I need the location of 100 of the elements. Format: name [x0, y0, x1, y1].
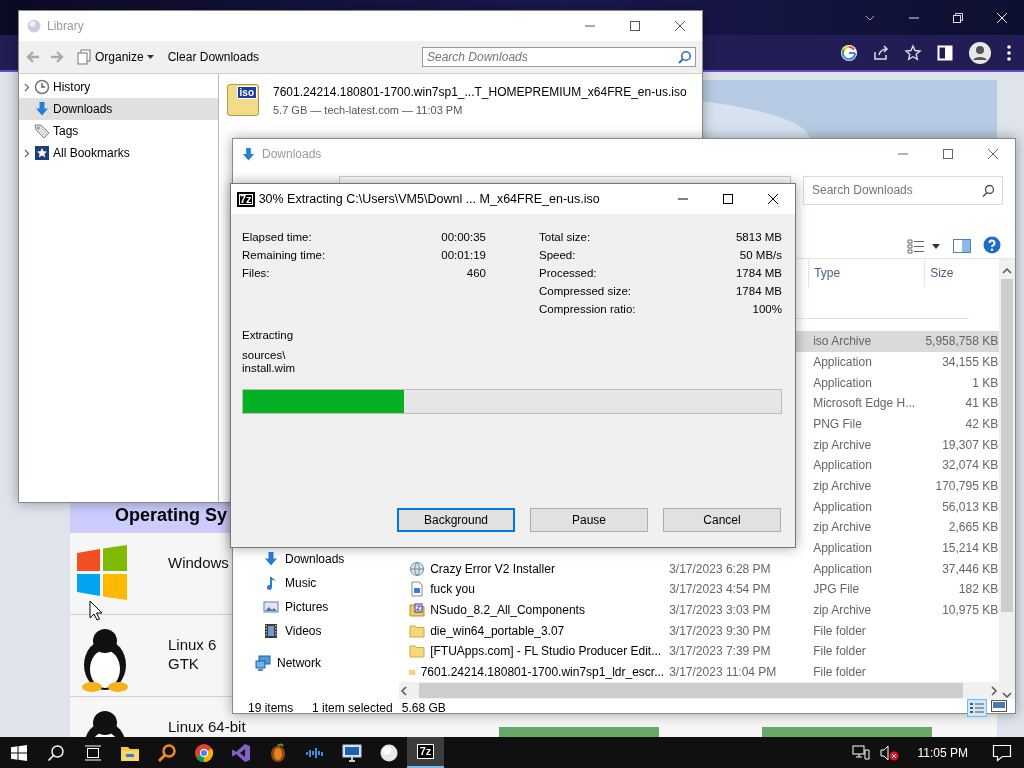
size-cell-text: 56,013 KB — [941, 499, 1000, 514]
clock-icon — [34, 79, 50, 95]
nav-item[interactable]: Pictures — [233, 595, 400, 619]
folder-icon — [409, 622, 426, 639]
dialog-button[interactable]: Background — [397, 508, 515, 532]
chevron-left-icon[interactable] — [399, 685, 410, 696]
stat-label: Remaining time: — [242, 249, 326, 261]
globe-icon — [409, 560, 426, 577]
round-app-icon — [193, 742, 214, 763]
size-cell-text: 182 KB — [957, 582, 1000, 597]
stat-label: Files: — [242, 267, 270, 279]
taskbar-app-button[interactable]: 7z — [407, 737, 444, 768]
preview-pane-icon[interactable] — [953, 238, 971, 254]
type-cell-text: Application — [812, 561, 873, 576]
sidebar-item[interactable]: All Bookmarks — [19, 142, 218, 164]
sidebar-item[interactable]: Tags — [19, 120, 218, 142]
os-name: Linux 64-bit — [168, 717, 246, 736]
window-title: 30% Extracting C:\Users\VM5\Downl ... M_x64FRE_en-us.iso — [258, 192, 601, 206]
folder-icon — [409, 643, 426, 660]
chevron-up-icon[interactable] — [1002, 267, 1013, 275]
selection-status: 1 item selected — [312, 701, 393, 715]
file-name: 7601.24214.180801-1700.win7sp1_ldr_escr... — [420, 664, 665, 679]
archive-file-icon: iso — [227, 84, 259, 116]
date-cell-text: 3/17/2023 3:03 PM — [668, 602, 772, 617]
size-cell-text: 32,074 KB — [941, 458, 1000, 473]
size-cell-text: 19,307 KB — [941, 437, 1000, 452]
close-icon — [986, 148, 999, 160]
date-cell-text: 3/17/2023 11:04 PM — [668, 664, 778, 679]
volume-muted-icon[interactable] — [879, 744, 900, 761]
type-cell-text: Application — [812, 375, 873, 390]
type-cell-text: Application — [812, 499, 873, 514]
app-logo: 7z — [416, 744, 435, 759]
nav-item[interactable]: Network — [233, 651, 400, 675]
size-cell-text: 1 KB — [971, 375, 1000, 390]
search-icon — [982, 183, 995, 197]
horizontal-scrollbar[interactable] — [399, 682, 1000, 699]
nav-item[interactable]: Music — [233, 571, 400, 595]
type-cell-text: File folder — [812, 644, 867, 659]
type-cell-text: Application — [812, 458, 873, 473]
restore-icon — [952, 11, 964, 24]
menu-icon[interactable] — [1006, 43, 1012, 62]
stat-label: Speed: — [539, 249, 576, 261]
download-arrow-icon — [241, 146, 256, 162]
cursor-icon — [89, 600, 103, 621]
nav-item[interactable]: Videos — [233, 619, 400, 643]
dialog-button[interactable]: Cancel — [663, 508, 781, 532]
notification-icon[interactable] — [992, 743, 1012, 762]
chevron-right-icon[interactable] — [22, 82, 31, 92]
type-cell-text: JPG File — [812, 582, 861, 597]
close-icon — [766, 193, 779, 205]
type-cell-text: zip Archive — [812, 478, 873, 493]
column-header[interactable]: Type — [808, 259, 925, 287]
help-icon[interactable] — [983, 236, 1001, 254]
file-path: sources\ — [242, 349, 287, 362]
file-name: Crazy Error V2 Installer — [430, 561, 555, 576]
star-bookmark-icon — [34, 145, 50, 161]
download-name: 7601.24214.180801-1700.win7sp1_...T_HOMEPREMIUM_x64FRE_en-us.iso — [273, 84, 687, 99]
star-icon[interactable] — [904, 43, 922, 62]
side-panel-icon[interactable] — [936, 43, 954, 62]
sidebar-item[interactable]: Downloads — [19, 98, 218, 120]
file-name: NSudo_8.2_All_Components — [430, 602, 585, 617]
chevron-down-icon[interactable] — [1002, 691, 1013, 699]
window-title: Downloads — [262, 147, 323, 161]
app-logo: 7z — [237, 191, 255, 207]
download-details: 5.7 GB — tech-latest.com — 11:03 PM — [273, 103, 464, 116]
details-view-icon[interactable] — [967, 699, 987, 717]
sidebar-item[interactable]: History — [19, 76, 218, 98]
organize-button[interactable]: Organize — [73, 47, 157, 67]
chevron-right-icon[interactable] — [22, 148, 31, 158]
download-arrow-icon — [263, 551, 279, 567]
type-cell-text: zip Archive — [812, 602, 873, 617]
thumbnail-view-icon[interactable] — [991, 699, 1007, 713]
size-cell-text: 34,155 KB — [941, 355, 1000, 369]
file-name: die_win64_portable_3.07 — [430, 623, 565, 638]
dialog-button[interactable]: Pause — [530, 508, 648, 532]
profile-avatar-icon[interactable] — [968, 40, 992, 65]
clear-downloads-button[interactable]: Clear Downloads — [164, 48, 263, 66]
type-cell-text: iso Archive — [812, 334, 873, 349]
magnifier-icon — [156, 742, 177, 763]
search-field[interactable]: Search Downloads — [422, 47, 696, 67]
multicolor-ring-icon[interactable] — [840, 43, 858, 62]
network-icon[interactable] — [851, 744, 870, 761]
stat-value: 100% — [752, 303, 782, 315]
vertical-scrollbar[interactable] — [999, 259, 1015, 699]
stat-label: Elapsed time: — [242, 231, 312, 243]
stat-label: Total size: — [539, 231, 591, 243]
tag-icon — [34, 123, 50, 139]
download-arrow-icon — [34, 101, 50, 117]
share-icon[interactable] — [872, 43, 890, 62]
type-cell-text: File folder — [812, 623, 867, 638]
view-options-icon[interactable] — [907, 238, 941, 254]
search-icon — [678, 50, 692, 64]
type-cell-text: Application — [812, 355, 873, 369]
maximize-icon — [628, 20, 641, 32]
nav-item[interactable]: Downloads — [233, 547, 400, 571]
pages-icon — [76, 49, 92, 65]
item-count: 19 items — [248, 701, 295, 715]
caret-icon — [146, 54, 154, 60]
type-cell-text: File folder — [812, 664, 867, 679]
size-cell-text: 170,795 KB — [934, 478, 1000, 493]
